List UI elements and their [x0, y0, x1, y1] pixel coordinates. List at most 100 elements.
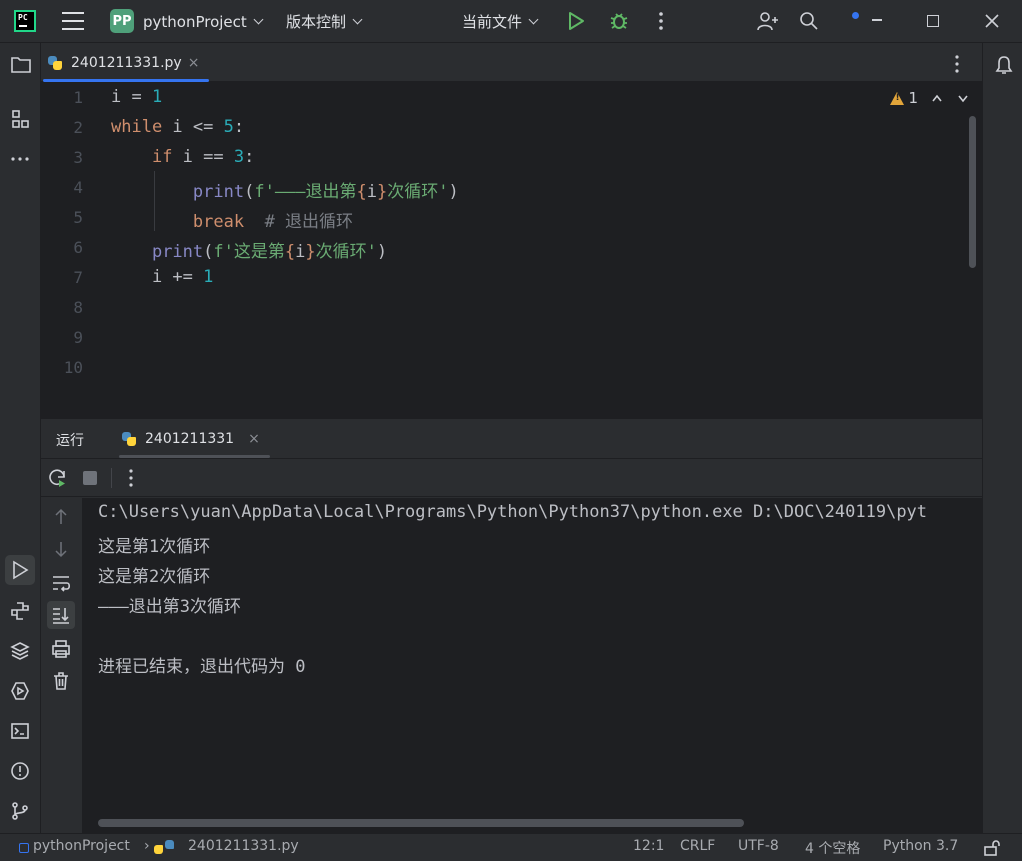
- status-bar: pythonProject › 2401211331.py 12:1 CRLF …: [0, 833, 1022, 861]
- more-horizontal-icon[interactable]: [10, 149, 30, 169]
- line-number: 9: [73, 328, 83, 347]
- run-icon[interactable]: [566, 11, 586, 31]
- trash-icon[interactable]: [51, 671, 71, 691]
- python-file-icon: [121, 431, 137, 447]
- debug-icon[interactable]: [608, 10, 630, 32]
- title-bar: PC PP pythonProject 版本控制 当前文件: [0, 0, 1022, 43]
- add-user-icon[interactable]: [756, 10, 778, 32]
- run-tool-window: 运行 2401211331 × C:\Users\yuan\AppData\Lo…: [41, 419, 982, 833]
- notifications-bell-icon[interactable]: [994, 55, 1014, 75]
- vcs-menu[interactable]: 版本控制: [286, 0, 363, 43]
- code-line-4[interactable]: print(f'———退出第{i}次循环'): [111, 177, 459, 202]
- run-tab-bar: 运行 2401211331 ×: [41, 419, 982, 459]
- nav-arrows-icon[interactable]: [930, 91, 970, 105]
- layers-icon[interactable]: [10, 641, 30, 661]
- toolbar-divider: [111, 468, 112, 488]
- editor-tab-file[interactable]: 2401211331.py ×: [41, 43, 210, 82]
- git-icon[interactable]: [10, 801, 30, 821]
- caret-position[interactable]: 12:1: [633, 838, 664, 854]
- run-config-tab[interactable]: 2401211331 ×: [121, 419, 260, 459]
- console-horizontal-scrollbar[interactable]: [98, 819, 744, 827]
- run-toolbar: [41, 459, 982, 497]
- run-panel-title: 运行: [56, 433, 84, 449]
- line-number: 2: [73, 118, 83, 137]
- run-tool-icon[interactable]: [10, 560, 30, 580]
- editor-scrollbar[interactable]: [969, 116, 976, 268]
- interpreter[interactable]: Python 3.7: [883, 838, 958, 854]
- editor-tab-bar: 2401211331.py ×: [41, 43, 982, 82]
- line-number: 1: [73, 88, 83, 107]
- terminal-icon[interactable]: [10, 721, 30, 741]
- line-number: 4: [73, 178, 83, 197]
- breadcrumb-chevron-icon: ›: [144, 838, 150, 854]
- console-line: 进程已结束，退出代码为 0: [98, 657, 306, 677]
- maximize-icon[interactable]: [927, 15, 939, 27]
- print-icon[interactable]: [51, 639, 71, 659]
- run-config-tab-label: 2401211331: [145, 431, 235, 447]
- code-line-7[interactable]: i += 1: [111, 267, 213, 287]
- line-number: 8: [73, 298, 83, 317]
- line-number: 3: [73, 148, 83, 167]
- more-vertical-icon[interactable]: [652, 11, 670, 31]
- line-number: 10: [63, 358, 83, 377]
- lock-icon[interactable]: [983, 839, 1001, 857]
- problems-icon[interactable]: [10, 761, 30, 781]
- more-vertical-icon[interactable]: [123, 468, 139, 488]
- scroll-down-icon[interactable]: [52, 540, 70, 558]
- project-badge[interactable]: PP: [110, 9, 134, 33]
- close-tab-icon[interactable]: ×: [248, 431, 260, 447]
- code-editor[interactable]: 1 2 3 4 5 6 7 8 9 10 i = 1 while i <= 5:…: [41, 83, 982, 389]
- scroll-to-end-icon[interactable]: [51, 605, 71, 625]
- line-separator[interactable]: CRLF: [680, 838, 715, 854]
- console-line: 这是第2次循环: [98, 567, 211, 587]
- main-menu-icon[interactable]: [62, 12, 84, 30]
- line-number-gutter: 1 2 3 4 5 6 7 8 9 10: [41, 83, 107, 389]
- warning-count: 1: [908, 89, 918, 107]
- project-selector[interactable]: pythonProject: [143, 0, 264, 43]
- right-tool-strip: [982, 43, 1022, 833]
- close-window-icon[interactable]: [985, 14, 999, 28]
- rerun-icon[interactable]: [48, 468, 68, 488]
- warning-icon: [890, 91, 905, 105]
- stop-icon[interactable]: [83, 471, 97, 485]
- run-tab-underline: [119, 455, 270, 458]
- left-tool-strip: [0, 43, 41, 833]
- project-name: pythonProject: [143, 12, 247, 31]
- line-number: 6: [73, 238, 83, 257]
- vcs-label: 版本控制: [286, 13, 347, 31]
- module-icon: [19, 843, 29, 853]
- chevron-down-icon: [528, 14, 539, 25]
- chevron-down-icon: [352, 14, 363, 25]
- code-line-3[interactable]: if i == 3:: [111, 147, 254, 167]
- console-side-toolbar: [41, 498, 81, 833]
- code-line-6[interactable]: print(f'这是第{i}次循环'): [111, 237, 387, 262]
- close-tab-icon[interactable]: ×: [188, 55, 200, 71]
- python-console-icon[interactable]: [10, 601, 30, 621]
- tab-more-icon[interactable]: [949, 54, 965, 74]
- run-config-label: 当前文件: [462, 13, 523, 31]
- inspection-widget[interactable]: 1: [890, 89, 970, 107]
- console-line: 这是第1次循环: [98, 537, 211, 557]
- breadcrumb-file[interactable]: 2401211331.py: [188, 838, 299, 854]
- services-icon[interactable]: [10, 681, 30, 701]
- python-file-icon: [47, 55, 63, 71]
- console-line: ———退出第3次循环: [98, 597, 241, 617]
- code-line-1[interactable]: i = 1: [111, 87, 162, 107]
- file-encoding[interactable]: UTF-8: [738, 838, 779, 854]
- minimize-icon[interactable]: [872, 19, 882, 21]
- run-config-selector[interactable]: 当前文件: [462, 0, 539, 43]
- console-output[interactable]: C:\Users\yuan\AppData\Local\Programs\Pyt…: [82, 498, 982, 833]
- breadcrumb-project[interactable]: pythonProject: [33, 838, 130, 854]
- soft-wrap-icon[interactable]: [51, 574, 71, 592]
- structure-icon[interactable]: [11, 109, 31, 129]
- update-dot-icon: [852, 12, 859, 19]
- pycharm-logo-icon[interactable]: PC: [14, 10, 36, 32]
- search-icon[interactable]: [799, 11, 819, 31]
- code-line-2[interactable]: while i <= 5:: [111, 117, 244, 137]
- chevron-down-icon: [253, 14, 264, 25]
- code-line-5[interactable]: break # 退出循环: [111, 207, 353, 232]
- editor-tab-label: 2401211331.py: [71, 54, 182, 71]
- scroll-up-icon[interactable]: [52, 508, 70, 526]
- indent-setting[interactable]: 4 个空格: [805, 838, 860, 858]
- project-folder-icon[interactable]: [11, 55, 31, 73]
